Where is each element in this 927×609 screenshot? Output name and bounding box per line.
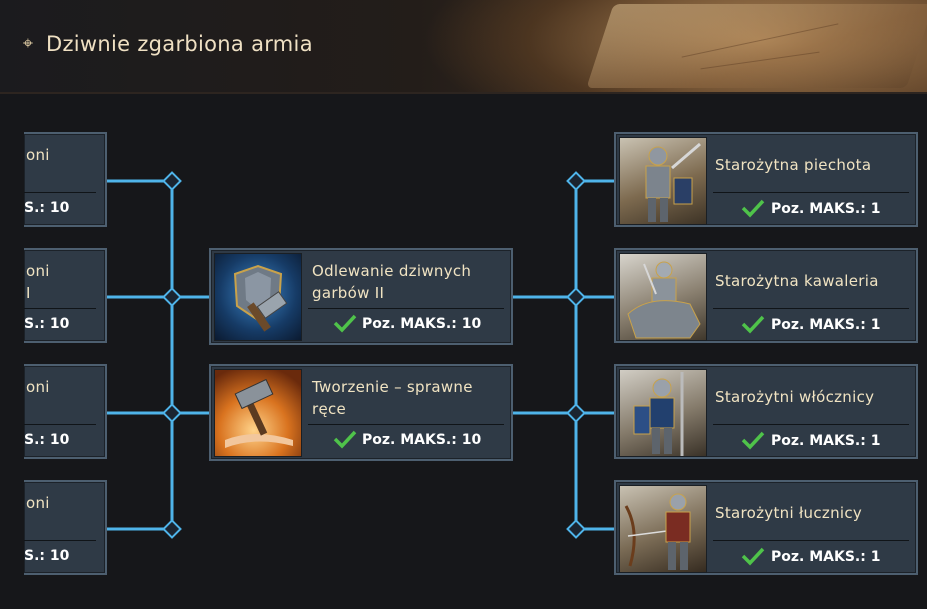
- connector-node: [566, 171, 586, 191]
- skill-card-left-4[interactable]: oni S.: 10: [24, 480, 107, 575]
- connector-node: [566, 519, 586, 539]
- unit-level: Poz. MAKS.: 1: [771, 549, 881, 565]
- skill-name: oni: [26, 494, 50, 512]
- divider: [308, 424, 504, 425]
- divider: [713, 192, 909, 193]
- skill-level: S.: 10: [24, 432, 70, 448]
- divider: [24, 192, 96, 193]
- unit-card-cavalry[interactable]: Starożytna kawaleria Poz. MAKS.: 1: [614, 248, 918, 343]
- archer-knight-icon: [619, 485, 707, 573]
- skill-name: Tworzenie – sprawne ręce: [312, 378, 473, 418]
- armor-hammer-icon: [214, 253, 302, 341]
- skill-level: S.: 10: [24, 316, 70, 332]
- skill-name: oni: [26, 146, 50, 164]
- check-icon: [741, 315, 765, 334]
- connector-node: [162, 171, 182, 191]
- skill-name-extra: I: [26, 284, 31, 302]
- unit-name: Starożytni włócznicy: [715, 388, 875, 406]
- divider: [713, 424, 909, 425]
- hammer-hand-icon: [214, 369, 302, 457]
- skill-level: Poz. MAKS.: 10: [362, 432, 482, 448]
- infantry-knight-icon: [619, 137, 707, 225]
- divider: [713, 540, 909, 541]
- unit-name: Starożytna kawaleria: [715, 272, 879, 290]
- divider: [24, 540, 96, 541]
- skill-card-middle-2[interactable]: Tworzenie – sprawne ręce Poz. MAKS.: 10: [209, 364, 513, 461]
- skill-name: oni: [26, 378, 50, 396]
- unit-name: Starożytni łucznicy: [715, 504, 863, 522]
- cavalry-knight-icon: [619, 253, 707, 341]
- connector-node: [162, 519, 182, 539]
- skill-card-middle-1[interactable]: Odlewanie dziwnych garbów II Poz. MAKS.:…: [209, 248, 513, 345]
- skill-name: oni: [26, 262, 50, 280]
- unit-card-infantry[interactable]: Starożytna piechota Poz. MAKS.: 1: [614, 132, 918, 227]
- connector-node: [162, 287, 182, 307]
- skill-card-left-1[interactable]: oni S.: 10: [24, 132, 107, 227]
- check-icon: [741, 431, 765, 450]
- connector-node: [566, 287, 586, 307]
- divider: [24, 424, 96, 425]
- skill-level: S.: 10: [24, 548, 70, 564]
- skill-name: Odlewanie dziwnych garbów II: [312, 262, 472, 302]
- skill-card-left-2[interactable]: oni I S.: 10: [24, 248, 107, 343]
- check-icon: [741, 547, 765, 566]
- check-icon: [741, 199, 765, 218]
- unit-card-spearmen[interactable]: Starożytni włócznicy Poz. MAKS.: 1: [614, 364, 918, 459]
- connector-node: [162, 403, 182, 423]
- skill-card-left-3[interactable]: oni S.: 10: [24, 364, 107, 459]
- skill-level: S.: 10: [24, 200, 70, 216]
- spearman-knight-icon: [619, 369, 707, 457]
- unit-level: Poz. MAKS.: 1: [771, 201, 881, 217]
- divider: [24, 308, 96, 309]
- unit-level: Poz. MAKS.: 1: [771, 317, 881, 333]
- check-icon: [333, 314, 357, 333]
- check-icon: [333, 430, 357, 449]
- connector-node: [566, 403, 586, 423]
- unit-card-archers[interactable]: Starożytni łucznicy Poz. MAKS.: 1: [614, 480, 918, 575]
- skill-level: Poz. MAKS.: 10: [362, 316, 482, 332]
- unit-level: Poz. MAKS.: 1: [771, 433, 881, 449]
- divider: [713, 308, 909, 309]
- divider: [308, 308, 504, 309]
- unit-name: Starożytna piechota: [715, 156, 872, 174]
